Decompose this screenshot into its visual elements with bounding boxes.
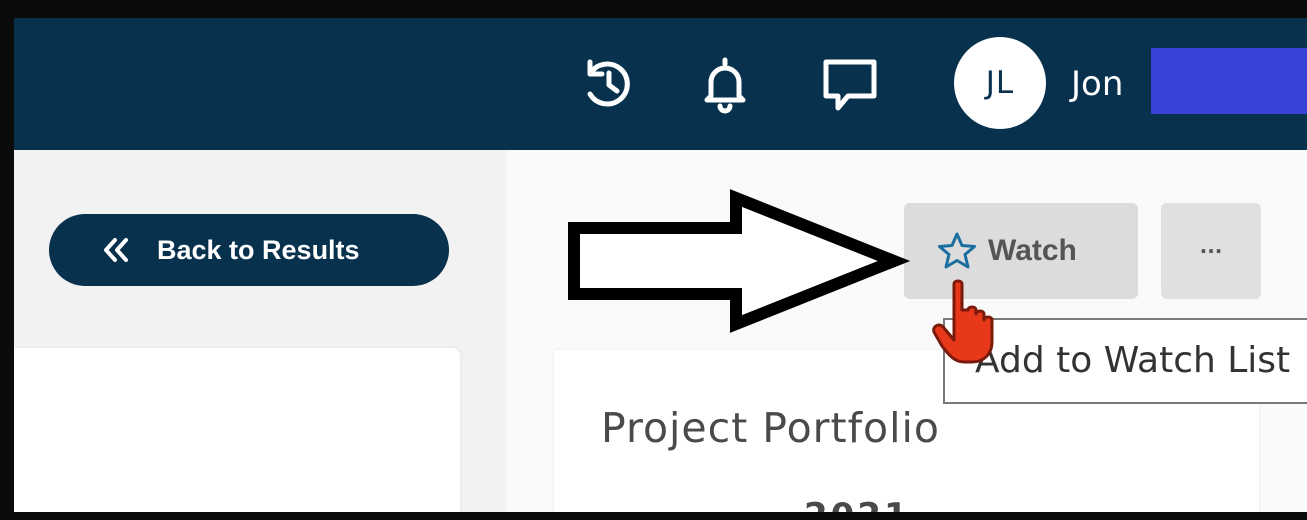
bell-icon[interactable] bbox=[693, 52, 757, 116]
redaction-box bbox=[1151, 48, 1307, 114]
watch-label: Watch bbox=[988, 234, 1077, 267]
double-chevron-left-icon bbox=[101, 235, 131, 265]
star-icon bbox=[936, 230, 978, 272]
watch-button[interactable]: Watch bbox=[904, 203, 1138, 299]
user-avatar[interactable]: JL bbox=[954, 37, 1046, 129]
back-to-results-button[interactable]: Back to Results bbox=[49, 214, 449, 286]
card-title: Project Portfolio bbox=[601, 404, 940, 452]
back-to-results-label: Back to Results bbox=[157, 234, 360, 265]
user-name[interactable]: Jon bbox=[1071, 60, 1123, 108]
screenshot-frame: JL Jon Back to Results Watch ··· Project… bbox=[0, 0, 1307, 520]
chat-icon[interactable] bbox=[818, 52, 882, 116]
card-partial-text: 2021 bbox=[804, 496, 911, 512]
history-icon[interactable] bbox=[576, 52, 640, 116]
more-options-button[interactable]: ··· bbox=[1161, 203, 1261, 299]
app-window: JL Jon Back to Results Watch ··· Project… bbox=[14, 18, 1307, 512]
top-navigation-bar: JL Jon bbox=[14, 18, 1307, 150]
left-card bbox=[14, 348, 460, 512]
watch-tooltip: Add to Watch List bbox=[943, 318, 1307, 404]
